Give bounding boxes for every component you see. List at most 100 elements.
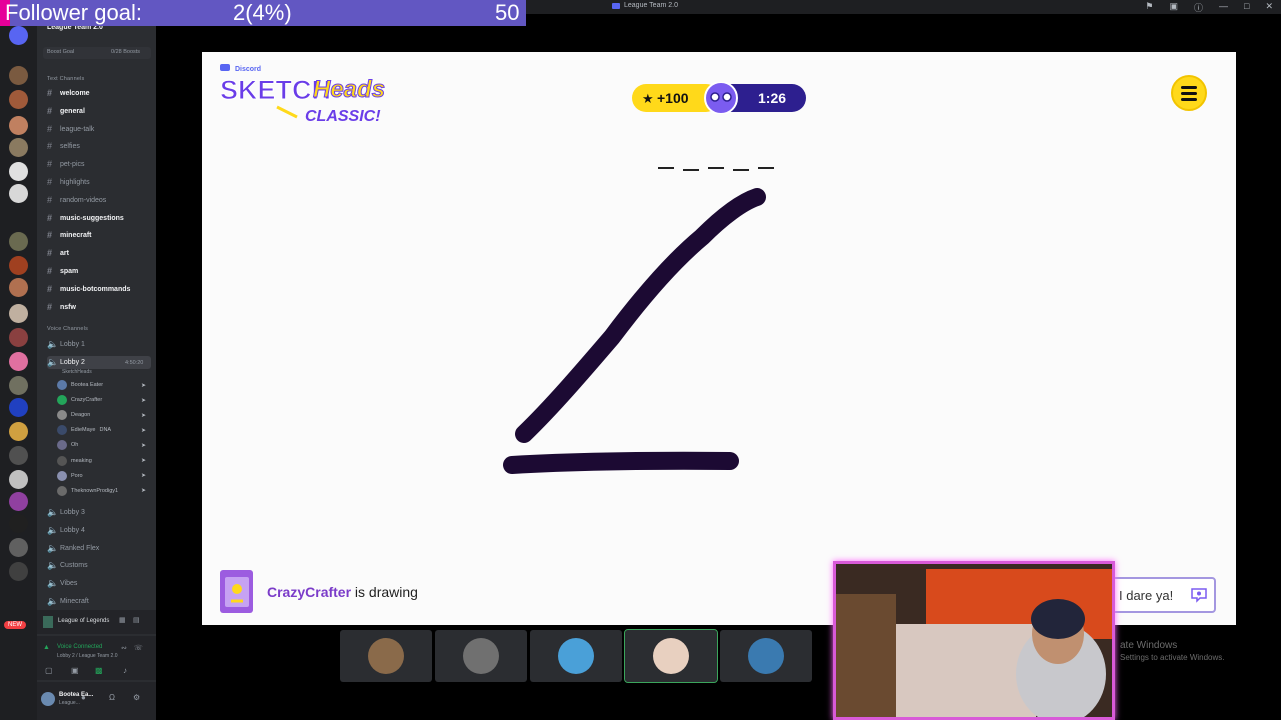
voice-user[interactable]: meaking ➤: [57, 455, 146, 466]
channel-name: Vibes: [60, 580, 78, 588]
server-icon[interactable]: [9, 446, 28, 465]
server-icon[interactable]: [9, 184, 28, 203]
server-icon[interactable]: [9, 278, 28, 297]
text-channel[interactable]: # art: [47, 247, 151, 260]
close-button[interactable]: ✕: [1265, 1, 1273, 14]
soundboard-icon[interactable]: ♪: [123, 666, 127, 675]
video-off-icon[interactable]: ▢: [45, 666, 53, 675]
server-icon[interactable]: [9, 492, 28, 511]
voice-channel-lobby-1[interactable]: 🔈 Lobby 1: [47, 338, 151, 351]
text-channel[interactable]: # music-botcommands: [47, 283, 151, 296]
server-icon[interactable]: [9, 304, 28, 323]
flag-icon[interactable]: ⚑: [1145, 1, 1153, 14]
voice-channel[interactable]: 🔈 Lobby 3: [47, 506, 151, 519]
server-icon[interactable]: [9, 116, 28, 135]
participant-tile[interactable]: [624, 629, 718, 683]
server-icon[interactable]: [9, 398, 28, 417]
guess-input[interactable]: I dare ya!: [1110, 577, 1216, 613]
hash-icon: #: [47, 301, 53, 312]
new-badge: NEW: [4, 621, 26, 629]
voice-channel[interactable]: 🔈 Vibes: [47, 577, 151, 590]
text-channel[interactable]: # general: [47, 105, 151, 118]
voice-channel[interactable]: 🔈 Customs: [47, 559, 151, 572]
avatar: [57, 425, 67, 436]
voice-channels-category[interactable]: Voice Channels: [47, 326, 88, 332]
channel-name: selfies: [60, 143, 80, 151]
voice-user[interactable]: Poro ➤: [57, 470, 146, 481]
voice-user[interactable]: TheknownProdigy1 ➤: [57, 485, 146, 496]
send-guess-icon[interactable]: [1190, 587, 1208, 603]
clock-eye-right: [722, 92, 732, 102]
voice-channel[interactable]: 🔈 Ranked Flex: [47, 542, 151, 555]
text-channel[interactable]: # music-suggestions: [47, 212, 151, 225]
screen-share-icon[interactable]: ▣: [71, 666, 79, 675]
drawer-notebook-icon: [220, 570, 253, 613]
activity-launch-icon[interactable]: ▩: [95, 666, 103, 675]
participant-tile[interactable]: [530, 630, 622, 682]
participant-tile[interactable]: [435, 630, 527, 682]
window-icon[interactable]: ▣: [1169, 1, 1178, 14]
gear-icon[interactable]: ⚙: [133, 693, 140, 702]
participant-tile[interactable]: [720, 630, 812, 682]
rocket-icon: ➤: [141, 382, 147, 389]
server-icon[interactable]: [9, 26, 28, 45]
boost-goal[interactable]: Boost Goal 0/28 Boosts: [43, 47, 151, 59]
server-icon[interactable]: [9, 256, 28, 275]
voice-user[interactable]: Deagon ➤: [57, 410, 146, 421]
time-remaining: 1:26: [758, 90, 786, 106]
server-icon[interactable]: [9, 538, 28, 557]
text-channel[interactable]: # selfies: [47, 140, 151, 153]
minimize-button[interactable]: —: [1219, 1, 1228, 14]
text-channel[interactable]: # welcome: [47, 87, 151, 100]
text-channel[interactable]: # pet-pics: [47, 158, 151, 171]
points-value: +100: [657, 90, 689, 106]
voice-user[interactable]: CrazyCrafter ➤: [57, 395, 146, 406]
voice-user[interactable]: Oh ➤: [57, 440, 146, 451]
server-icon[interactable]: [9, 138, 28, 157]
channel-name: nsfw: [60, 303, 76, 311]
headphones-icon[interactable]: Ω: [109, 693, 115, 702]
server-icon[interactable]: [9, 376, 28, 395]
participant-tile[interactable]: [340, 630, 432, 682]
voice-location[interactable]: Lobby 2 / League Team 2.0: [57, 653, 118, 659]
text-channel[interactable]: # minecraft: [47, 229, 151, 242]
text-channel[interactable]: # spam: [47, 265, 151, 278]
mic-icon[interactable]: ●: [81, 693, 86, 702]
maximize-button[interactable]: □: [1244, 1, 1249, 14]
voice-user[interactable]: EdieMaye DNA ➤: [57, 425, 146, 436]
voice-channel[interactable]: 🔈 Minecraft: [47, 595, 151, 608]
activity-icon[interactable]: ▦: [119, 616, 126, 624]
server-icon[interactable]: [9, 90, 28, 109]
text-channel[interactable]: # nsfw: [47, 301, 151, 314]
logo-discord-text: Discord: [235, 66, 261, 73]
channel-name: highlights: [60, 179, 90, 186]
user-status: League...: [59, 700, 80, 706]
server-icon[interactable]: [9, 232, 28, 251]
text-channels-category[interactable]: Text Channels: [47, 76, 84, 82]
avatar[interactable]: [41, 692, 55, 706]
server-icon[interactable]: [9, 422, 28, 441]
server-icon[interactable]: [9, 562, 28, 581]
server-icon[interactable]: [9, 470, 28, 489]
avatar: [57, 470, 67, 481]
activity-settings-icon[interactable]: ▤: [133, 616, 140, 624]
server-icon[interactable]: [9, 352, 28, 371]
channel-name: music-botcommands: [60, 285, 131, 293]
drawer-status: CrazyCrafter is drawing: [267, 584, 418, 600]
text-channel[interactable]: # highlights: [47, 176, 151, 189]
menu-button[interactable]: [1171, 75, 1207, 111]
noise-icon[interactable]: ∾: [121, 644, 127, 652]
voice-channel[interactable]: 🔈 Lobby 4: [47, 524, 151, 537]
server-icon[interactable]: [9, 328, 28, 347]
text-channel[interactable]: # random-videos: [47, 194, 151, 207]
follower-count: 2(4%): [233, 0, 292, 25]
server-icon[interactable]: [9, 162, 28, 181]
voice-user[interactable]: Bootea Eater ➤: [57, 380, 146, 390]
text-channel[interactable]: # league-talk: [47, 123, 151, 136]
help-icon[interactable]: ⓘ: [1194, 1, 1203, 14]
avatar: [57, 410, 67, 421]
server-icon[interactable]: [9, 66, 28, 85]
server-icon[interactable]: [9, 514, 28, 533]
game-activity-bar[interactable]: League of Legends ▦ ▤: [37, 610, 156, 634]
disconnect-icon[interactable]: ☏: [134, 644, 143, 652]
